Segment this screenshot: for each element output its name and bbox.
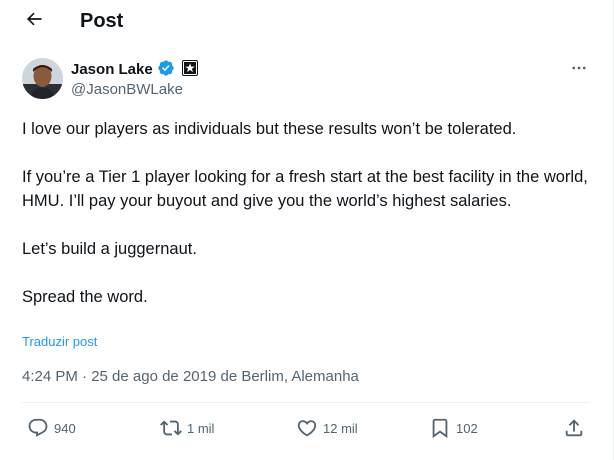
- post-paragraph: I love our players as individuals but th…: [22, 120, 517, 138]
- share-icon: [563, 417, 585, 439]
- reply-count: 940: [54, 420, 76, 436]
- post-timestamp[interactable]: 4:24 PM · 25 de ago de 2019 de Berlim, A…: [22, 367, 359, 387]
- more-horizontal-icon: [570, 59, 588, 82]
- post-detail-page: Post Jason Lake @JasonBWLake I love our …: [0, 0, 614, 460]
- repost-count: 1 mil: [187, 420, 215, 436]
- verified-badge-icon[interactable]: [157, 59, 175, 82]
- author-handle[interactable]: @JasonBWLake: [71, 80, 183, 100]
- bookmark-icon: [429, 417, 451, 439]
- action-bar: 940 1 mil 12 mil 102: [0, 412, 607, 444]
- like-button[interactable]: 12 mil: [296, 412, 358, 444]
- arrow-left-icon: [24, 9, 44, 34]
- repost-icon: [160, 417, 182, 439]
- bookmark-count: 102: [456, 420, 478, 436]
- post-paragraph: If you’re a Tier 1 player looking for a …: [22, 168, 588, 210]
- back-button[interactable]: [18, 5, 50, 37]
- divider: [22, 402, 590, 403]
- reply-icon: [27, 417, 49, 439]
- more-options-button[interactable]: [564, 58, 594, 82]
- author-name[interactable]: Jason Lake: [71, 60, 153, 80]
- star-badge-icon[interactable]: [181, 59, 198, 81]
- heart-icon: [296, 417, 318, 439]
- bookmark-button[interactable]: 102: [429, 412, 478, 444]
- page-title: Post: [80, 10, 124, 32]
- reply-button[interactable]: 940: [27, 412, 76, 444]
- share-button[interactable]: [563, 412, 585, 444]
- post-text: I love our players as individuals but th…: [22, 117, 592, 309]
- like-count: 12 mil: [323, 420, 358, 436]
- header: Post: [0, 0, 607, 42]
- repost-button[interactable]: 1 mil: [160, 412, 214, 444]
- post-paragraph: Spread the word.: [22, 288, 148, 306]
- avatar[interactable]: [22, 58, 63, 99]
- post-paragraph: Let’s build a juggernaut.: [22, 240, 197, 258]
- translate-post-link[interactable]: Traduzir post: [22, 334, 97, 350]
- author-name-row: Jason Lake: [71, 59, 198, 82]
